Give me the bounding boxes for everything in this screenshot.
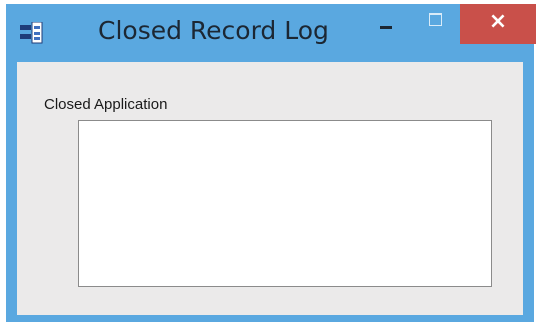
- closed-application-listbox[interactable]: [78, 120, 492, 287]
- window-title: Closed Record Log: [98, 16, 329, 45]
- client-area: Closed Application: [17, 62, 523, 315]
- maximize-button[interactable]: [412, 4, 458, 44]
- title-bar[interactable]: Closed Record Log ×: [6, 4, 536, 62]
- minimize-icon: [380, 26, 392, 29]
- maximize-icon: [429, 13, 442, 26]
- minimize-button[interactable]: [362, 4, 408, 44]
- close-icon: ×: [488, 9, 508, 34]
- app-window-icon[interactable]: [20, 21, 46, 44]
- closed-record-log-window: Closed Record Log × Closed Application: [6, 4, 536, 322]
- close-button[interactable]: ×: [460, 4, 536, 44]
- closed-application-label: Closed Application: [44, 96, 168, 113]
